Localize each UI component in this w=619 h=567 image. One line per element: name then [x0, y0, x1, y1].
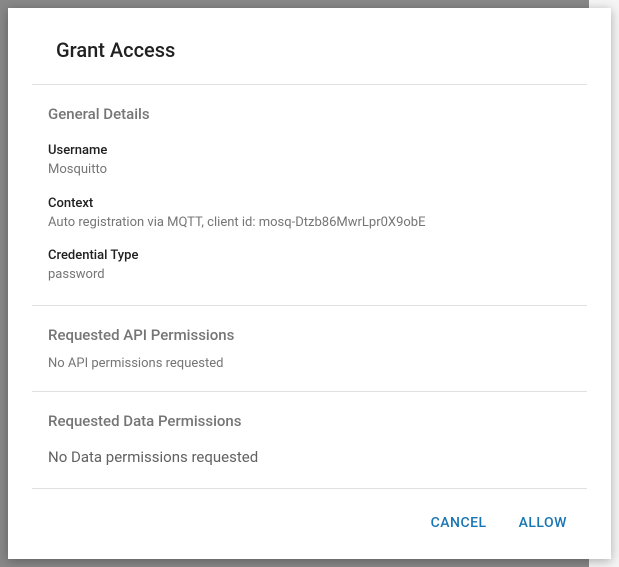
- username-value: Mosquitto: [48, 160, 571, 180]
- cancel-button[interactable]: CANCEL: [427, 511, 491, 535]
- username-field: Username Mosquitto: [48, 143, 571, 180]
- dialog-title: Grant Access: [8, 8, 611, 84]
- api-permissions-heading: Requested API Permissions: [48, 306, 571, 356]
- grant-access-dialog: Grant Access General Details Username Mo…: [8, 8, 611, 559]
- general-details-section: General Details Username Mosquitto Conte…: [8, 85, 611, 305]
- credential-type-label: Credential Type: [48, 248, 571, 263]
- context-label: Context: [48, 196, 571, 211]
- credential-type-field: Credential Type password: [48, 248, 571, 285]
- data-permissions-section: Requested Data Permissions No Data permi…: [8, 392, 611, 488]
- credential-type-value: password: [48, 265, 571, 285]
- context-field: Context Auto registration via MQTT, clie…: [48, 196, 571, 233]
- data-permissions-body: No Data permissions requested: [48, 442, 571, 488]
- api-permissions-body: No API permissions requested: [48, 356, 571, 391]
- context-value: Auto registration via MQTT, client id: m…: [48, 213, 571, 233]
- general-details-heading: General Details: [48, 85, 571, 135]
- api-permissions-section: Requested API Permissions No API permiss…: [8, 306, 611, 391]
- data-permissions-heading: Requested Data Permissions: [48, 392, 571, 442]
- allow-button[interactable]: ALLOW: [515, 511, 571, 535]
- username-label: Username: [48, 143, 571, 158]
- dialog-actions: CANCEL ALLOW: [8, 489, 611, 555]
